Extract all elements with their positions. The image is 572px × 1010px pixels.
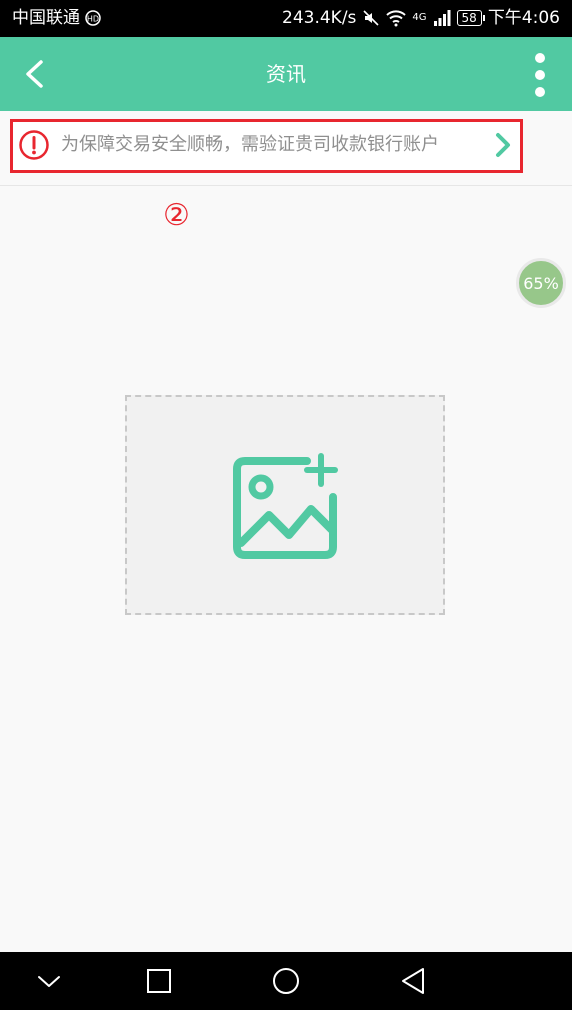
system-nav-bar [0,952,572,1010]
battery-icon: 58 [456,10,486,26]
network-type: 4G [412,12,427,23]
alert-circle-icon [19,130,49,160]
home-icon[interactable] [270,965,302,997]
menu-dot [535,87,545,97]
more-menu-button[interactable] [530,53,550,97]
annotation-marker: ② [163,198,190,233]
notice-text: 为保障交易安全顺畅，需验证贵司收款银行账户 [61,134,439,155]
menu-dot [535,53,545,63]
page-title: 资讯 [266,62,306,86]
app-bar: 资讯 [0,37,572,111]
recent-apps-icon[interactable] [143,965,175,997]
mute-icon [363,10,379,26]
carrier-label: 中国联通 [12,8,80,28]
menu-dot [535,70,545,80]
image-upload-placeholder[interactable] [125,395,445,615]
status-bar-left: 中国联通 HD [12,8,102,28]
net-speed: 243.4K/s [282,8,357,28]
add-image-icon [233,453,338,559]
signal-icon [433,10,451,26]
back-triangle-icon[interactable] [397,965,429,997]
chevron-down-icon[interactable] [33,965,65,997]
clock: 下午4:06 [487,8,560,28]
divider [0,185,572,186]
status-bar-right: 243.4K/s 4G 58 下午4:06 [282,8,560,28]
wifi-icon [386,10,407,27]
verification-notice[interactable]: 为保障交易安全顺畅，需验证贵司收款银行账户 [10,119,523,173]
progress-indicator: 65% [516,258,566,308]
status-bar: 中国联通 HD 243.4K/s 4G 58 下午4:06 [0,0,572,37]
svg-text:HD: HD [87,15,99,24]
hd-call-icon: HD [85,10,101,26]
chevron-right-icon [496,133,510,157]
progress-label: 65% [523,273,559,293]
